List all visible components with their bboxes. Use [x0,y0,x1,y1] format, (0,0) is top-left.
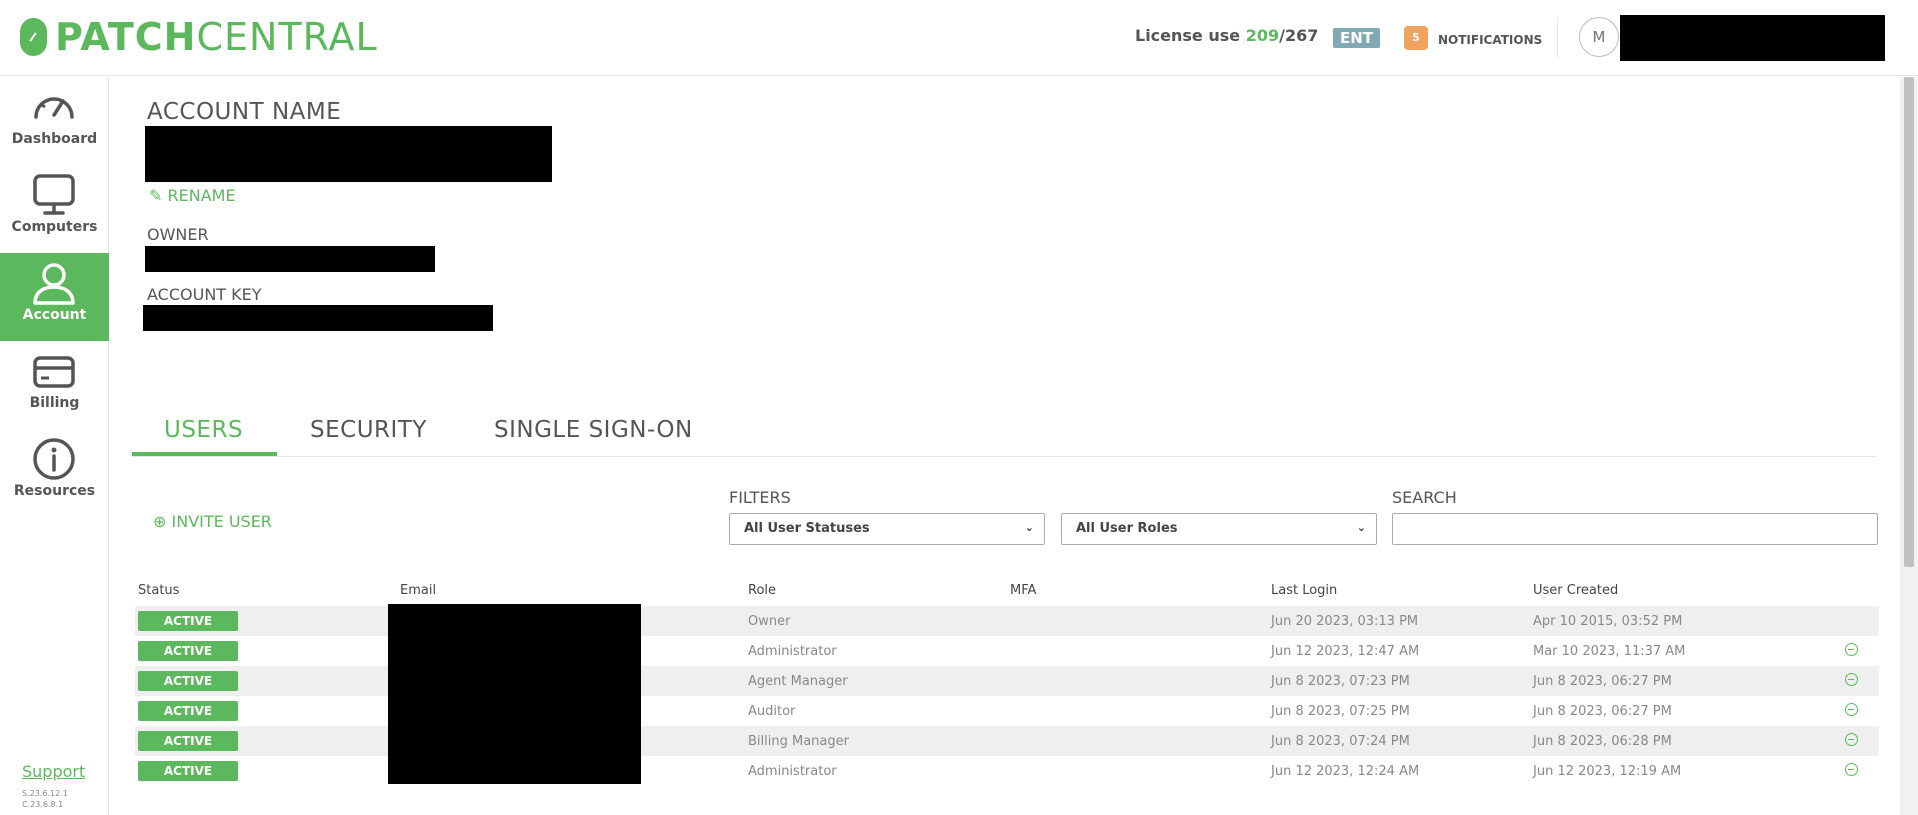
owner-label: OWNER [147,225,209,244]
license-used: 209 [1245,26,1280,45]
user-created-cell: Apr 10 2015, 03:52 PM [1533,614,1683,629]
redacted-account-key [143,305,493,331]
search-input[interactable] [1392,513,1878,545]
license-usage: License use 209/267 [1135,26,1319,45]
info-icon [33,438,75,480]
redacted-account-name [145,126,552,182]
monitor-icon [33,174,75,215]
last-login-cell: Jun 8 2023, 07:23 PM [1271,674,1410,689]
status-badge: ACTIVE [138,611,238,631]
user-icon [33,263,75,305]
user-created-cell: Jun 8 2023, 06:27 PM [1533,674,1672,689]
status-filter-select[interactable]: All User Statuses ⌄ [729,513,1045,545]
role-cell: Administrator [748,644,837,659]
last-login-cell: Jun 12 2023, 12:24 AM [1271,764,1420,779]
sidebar-item-label: Billing [29,395,80,411]
scrollbar-thumb[interactable] [1904,77,1914,567]
tab-single-sign-on[interactable]: SINGLE SIGN-ON [494,417,693,443]
sidebar-item-label: Dashboard [11,131,98,147]
column-header-last-login[interactable]: Last Login [1271,583,1337,598]
active-tab-indicator [132,452,277,456]
last-login-cell: Jun 20 2023, 03:13 PM [1271,614,1419,629]
remove-user-icon[interactable] [1845,763,1858,776]
chevron-down-icon: ⌄ [1024,521,1034,534]
logo-mark-icon [20,18,47,56]
sidebar-item-account[interactable]: Account [0,253,109,341]
last-login-cell: Jun 8 2023, 07:24 PM [1271,734,1410,749]
search-label: SEARCH [1392,488,1457,507]
main-content: ACCOUNT NAME ✎ RENAME OWNER ACCOUNT KEY … [109,77,1899,815]
role-filter-select[interactable]: All User Roles ⌄ [1061,513,1377,545]
role-cell: Administrator [748,764,837,779]
remove-user-icon[interactable] [1845,673,1858,686]
notifications-count-badge[interactable]: 5 [1404,26,1428,50]
users-table-header: Status Email Role MFA Last Login User Cr… [135,583,1879,601]
server-version: S.23.6.12.1 [22,789,68,798]
column-header-user-created[interactable]: User Created [1533,583,1618,598]
invite-user-button[interactable]: ⊕ INVITE USER [153,512,272,531]
column-header-email[interactable]: Email [400,583,436,598]
sidebar-item-computers[interactable]: Computers [0,165,109,253]
pencil-icon: ✎ [149,186,163,205]
redacted-owner [145,246,435,272]
license-total: 267 [1284,26,1319,45]
header-divider [1557,18,1558,58]
tab-security[interactable]: SECURITY [310,417,427,443]
account-name-heading: ACCOUNT NAME [147,99,342,125]
sidebar-item-billing[interactable]: Billing [0,341,109,429]
role-cell: Auditor [748,704,796,719]
role-cell: Billing Manager [748,734,849,749]
role-cell: Owner [748,614,791,629]
status-badge: ACTIVE [138,641,238,661]
logo-text: PATCHCENTRAL [55,15,378,59]
user-created-cell: Mar 10 2023, 11:37 AM [1533,644,1686,659]
remove-user-icon[interactable] [1845,643,1858,656]
client-version: C.23.6.8.1 [22,800,64,809]
vertical-scrollbar[interactable] [1900,77,1918,815]
redacted-username [1620,15,1885,61]
column-header-status[interactable]: Status [138,583,179,598]
status-badge: ACTIVE [138,761,238,781]
column-header-role[interactable]: Role [748,583,776,598]
last-login-cell: Jun 12 2023, 12:47 AM [1271,644,1420,659]
sidebar-item-resources[interactable]: Resources [0,429,109,517]
notifications-link[interactable]: NOTIFICATIONS [1438,33,1542,47]
user-created-cell: Jun 8 2023, 06:28 PM [1533,734,1672,749]
credit-card-icon [33,356,75,388]
remove-user-icon[interactable] [1845,703,1858,716]
column-header-mfa[interactable]: MFA [1010,583,1036,598]
chevron-down-icon: ⌄ [1356,521,1366,534]
rename-button[interactable]: ✎ RENAME [149,186,236,205]
status-badge: ACTIVE [138,671,238,691]
sidebar-item-dashboard[interactable]: Dashboard [0,77,109,165]
sidebar-item-label: Computers [11,219,98,235]
user-avatar[interactable]: M [1579,17,1619,57]
sidebar-item-label: Account [22,307,87,323]
account-key-label: ACCOUNT KEY [147,285,262,304]
role-cell: Agent Manager [748,674,848,689]
user-created-cell: Jun 8 2023, 06:27 PM [1533,704,1672,719]
user-created-cell: Jun 12 2023, 12:19 AM [1533,764,1682,779]
status-badge: ACTIVE [138,731,238,751]
gauge-icon [34,97,74,119]
filters-label: FILTERS [729,488,791,507]
remove-user-icon[interactable] [1845,733,1858,746]
plan-badge: ENT [1333,28,1381,48]
sidebar-item-label: Resources [13,483,96,499]
top-header: PATCHCENTRAL License use 209/267 ENT 5 N… [0,0,1918,76]
account-tabs: USERS SECURITY SINGLE SIGN-ON [132,407,1876,457]
patchcentral-logo[interactable]: PATCHCENTRAL [20,14,378,60]
tab-users[interactable]: USERS [164,417,243,443]
last-login-cell: Jun 8 2023, 07:25 PM [1271,704,1410,719]
support-link[interactable]: Support [22,762,85,781]
redacted-email-column [388,604,641,784]
sidebar: Dashboard Computers Account Billing Reso… [0,77,109,815]
status-badge: ACTIVE [138,701,238,721]
plus-circle-icon: ⊕ [153,512,167,531]
